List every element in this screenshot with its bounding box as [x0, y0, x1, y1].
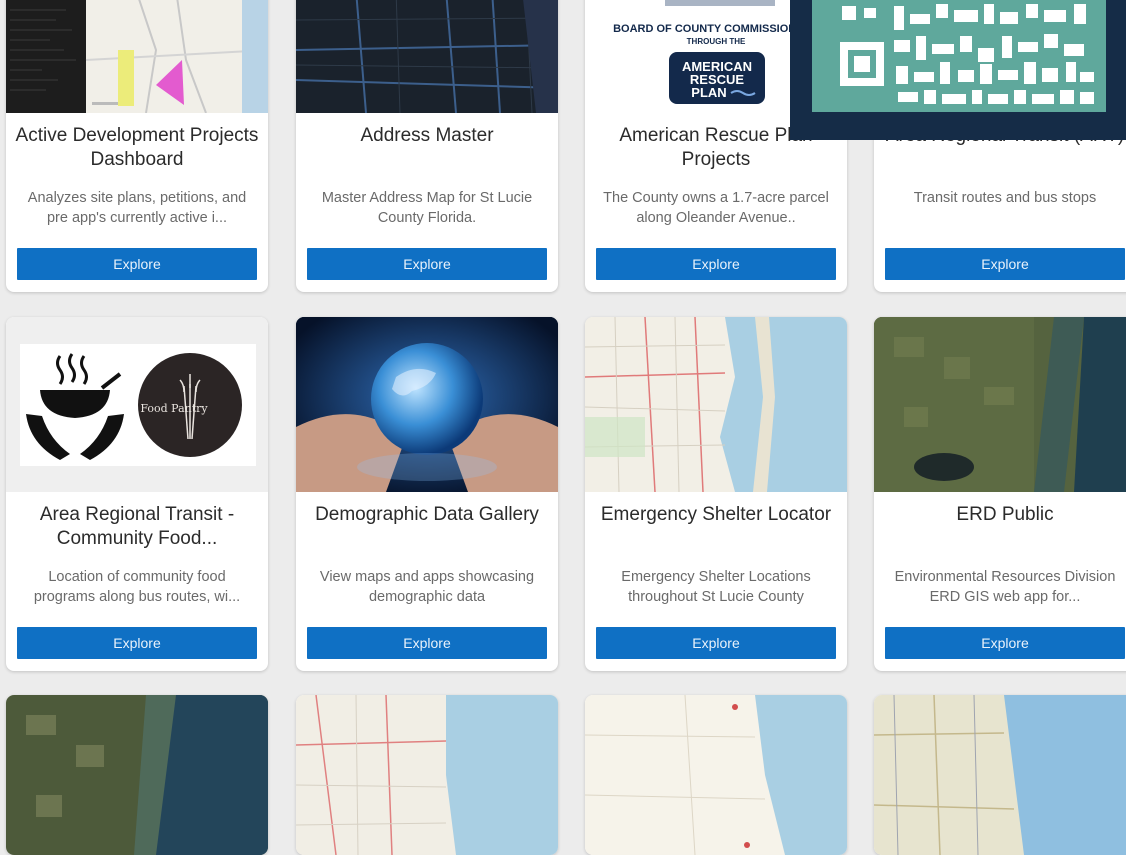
explore-button[interactable]: Explore [307, 627, 547, 659]
card-row3-1[interactable] [6, 695, 268, 855]
card-title: Demographic Data Gallery [315, 504, 539, 525]
explore-button[interactable]: Explore [596, 248, 836, 280]
card-description: Transit routes and bus stops [913, 190, 1097, 206]
qr-code-overlay [790, 0, 1126, 140]
card-erd-public[interactable]: ERD Public Environmental Resources Divis… [874, 317, 1126, 671]
card-description: Environmental Resources Division ERD GIS… [894, 569, 1116, 605]
explore-button[interactable]: Explore [885, 627, 1125, 659]
card-description: View maps and apps showcasing demographi… [319, 569, 535, 605]
card-row3-3[interactable] [585, 695, 847, 855]
explore-button[interactable]: Explore [17, 248, 257, 280]
card-thumbnail [585, 317, 847, 492]
card-community-food[interactable]: Food Pantry Area Regional Transit - Comm… [6, 317, 268, 671]
explore-button[interactable]: Explore [17, 627, 257, 659]
card-thumbnail [296, 695, 558, 855]
card-row3-2[interactable] [296, 695, 558, 855]
arp-logo-line-3: PLAN [691, 85, 726, 100]
food-pantry-image: Food Pantry [20, 344, 256, 466]
card-thumbnail [6, 0, 268, 113]
card-thumbnail [6, 695, 268, 855]
card-title: Area Regional Transit - Community Food..… [39, 504, 235, 549]
card-title: Active Development Projects Dashboard [15, 125, 259, 170]
explore-button[interactable]: Explore [307, 248, 547, 280]
card-row3-4[interactable] [874, 695, 1126, 855]
card-description: The County owns a 1.7-acre parcel along … [603, 190, 829, 226]
card-thumbnail [874, 695, 1126, 855]
card-title: Address Master [360, 125, 494, 146]
card-description: Location of community food programs alon… [33, 569, 241, 605]
explore-button[interactable]: Explore [596, 627, 836, 659]
card-title: ERD Public [956, 504, 1054, 525]
card-thumbnail [296, 0, 558, 113]
card-title: Emergency Shelter Locator [600, 504, 832, 525]
explore-button[interactable]: Explore [885, 248, 1125, 280]
arp-board-text: BOARD OF COUNTY COMMISSIONERS [613, 23, 819, 35]
card-thumbnail [296, 317, 558, 492]
card-description: Analyzes site plans, petitions, and pre … [27, 190, 247, 226]
card-address-master[interactable]: Address Master Master Address Map for St… [296, 0, 558, 292]
food-pantry-text: Food Pantry [140, 402, 208, 415]
qr-code [812, 0, 1106, 112]
arp-through-text: THROUGH THE [687, 37, 746, 46]
card-active-development[interactable]: Active Development Projects Dashboard An… [6, 0, 268, 292]
card-description: Emergency Shelter Locations throughout S… [621, 569, 811, 605]
card-thumbnail [874, 317, 1126, 492]
card-description: Master Address Map for St Lucie County F… [321, 190, 533, 226]
card-demographic-data-gallery[interactable]: Demographic Data Gallery View maps and a… [296, 317, 558, 671]
card-thumbnail [585, 695, 847, 855]
card-thumbnail: Food Pantry [6, 317, 268, 492]
card-emergency-shelter-locator[interactable]: Emergency Shelter Locator Emergency Shel… [585, 317, 847, 671]
